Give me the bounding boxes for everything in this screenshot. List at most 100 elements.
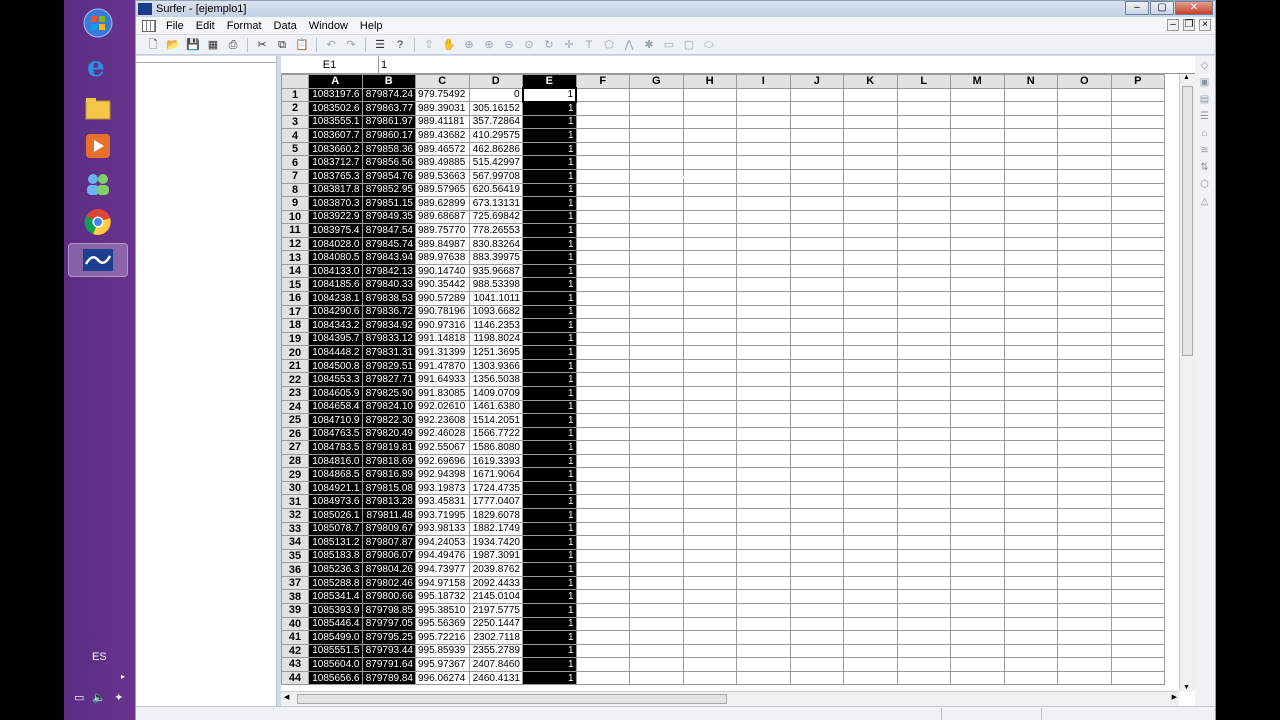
cell[interactable] [1003, 426, 1058, 442]
cell[interactable] [789, 670, 844, 686]
cell[interactable] [789, 562, 844, 577]
cell[interactable] [1057, 521, 1112, 537]
cell[interactable] [843, 155, 898, 170]
cell[interactable] [682, 87, 737, 103]
cell[interactable] [789, 182, 844, 198]
side-tool-1-icon[interactable]: ◇ [1198, 59, 1212, 73]
cell[interactable] [736, 562, 791, 577]
cell[interactable] [575, 385, 630, 401]
cell[interactable]: 1 [522, 453, 577, 469]
cell[interactable] [1003, 182, 1058, 198]
cell[interactable]: 989.49885 [415, 155, 470, 170]
cell[interactable] [575, 141, 630, 157]
cell[interactable] [629, 168, 684, 184]
cell[interactable] [843, 521, 898, 537]
cell[interactable]: 993.71995 [415, 508, 470, 523]
cell[interactable]: 1 [522, 263, 577, 279]
cell[interactable] [736, 236, 791, 252]
cell[interactable] [1110, 453, 1165, 469]
cell[interactable] [789, 196, 844, 211]
cell[interactable] [629, 331, 684, 347]
cell[interactable] [629, 521, 684, 537]
cell[interactable] [896, 385, 951, 401]
side-tool-2-icon[interactable]: ▣ [1198, 76, 1212, 90]
cell[interactable] [1057, 399, 1112, 415]
cell[interactable] [575, 223, 630, 238]
cell[interactable] [950, 426, 1005, 442]
cell[interactable] [896, 426, 951, 442]
cell[interactable]: 2197.5775 [468, 602, 523, 618]
cell[interactable] [736, 209, 791, 225]
cell[interactable] [896, 616, 951, 632]
cell[interactable] [1003, 670, 1058, 686]
cell[interactable] [1110, 670, 1165, 686]
cell[interactable] [950, 535, 1005, 550]
row-header[interactable]: 7 [281, 168, 309, 184]
cell[interactable] [629, 535, 684, 550]
cell[interactable] [629, 277, 684, 292]
cell[interactable] [1003, 508, 1058, 523]
cell[interactable]: 1084783.5 [308, 440, 363, 455]
cell[interactable] [843, 318, 898, 333]
cell[interactable]: 1251.3695 [468, 345, 523, 360]
cell[interactable] [629, 575, 684, 591]
cell[interactable]: 1724.4735 [468, 480, 523, 496]
cell[interactable]: 2250.1447 [468, 616, 523, 632]
cell[interactable] [950, 453, 1005, 469]
cell[interactable]: 991.83085 [415, 385, 470, 401]
cell[interactable] [896, 291, 951, 306]
row-header[interactable]: 3 [281, 114, 309, 130]
cell[interactable] [950, 643, 1005, 659]
column-header-o[interactable]: O [1057, 74, 1112, 89]
cell[interactable] [736, 168, 791, 184]
cell[interactable] [1057, 535, 1112, 550]
open-icon[interactable]: 📂 [164, 37, 182, 53]
cell[interactable] [1110, 630, 1165, 645]
cell[interactable] [1003, 602, 1058, 618]
cell[interactable] [736, 657, 791, 672]
cell[interactable] [843, 480, 898, 496]
cell[interactable] [1110, 168, 1165, 184]
row-header[interactable]: 6 [281, 155, 309, 170]
cell[interactable]: 1085551.5 [308, 643, 363, 659]
cell[interactable]: 620.56419 [468, 182, 523, 198]
cell[interactable]: 1085236.3 [308, 562, 363, 577]
cell[interactable] [1003, 141, 1058, 157]
cell[interactable] [575, 602, 630, 618]
cell[interactable] [896, 670, 951, 686]
cell[interactable] [736, 182, 791, 198]
column-header-p[interactable]: P [1110, 74, 1165, 89]
cell[interactable] [575, 494, 630, 509]
cell[interactable] [843, 182, 898, 198]
cell[interactable]: 1085183.8 [308, 548, 363, 564]
cell[interactable] [896, 548, 951, 564]
cell[interactable] [736, 535, 791, 550]
cell[interactable]: 1 [522, 562, 577, 577]
cell[interactable] [629, 508, 684, 523]
cell[interactable] [789, 630, 844, 645]
cell[interactable]: 1084290.6 [308, 304, 363, 320]
cell[interactable] [629, 643, 684, 659]
row-header[interactable]: 23 [281, 385, 309, 401]
cell[interactable] [896, 101, 951, 116]
cell[interactable] [950, 602, 1005, 618]
cell[interactable]: 1198.8024 [468, 331, 523, 347]
new-icon[interactable]: 🗋 [144, 37, 162, 53]
cell[interactable] [896, 345, 951, 360]
cell[interactable] [789, 413, 844, 428]
cell[interactable] [1057, 602, 1112, 618]
cell[interactable] [629, 494, 684, 509]
cell[interactable] [1057, 331, 1112, 347]
cell[interactable] [843, 670, 898, 686]
cell[interactable] [1110, 575, 1165, 591]
cell[interactable] [896, 521, 951, 537]
cell[interactable]: 994.97158 [415, 575, 470, 591]
row-header[interactable]: 17 [281, 304, 309, 320]
cell[interactable]: 989.43682 [415, 128, 470, 143]
cell[interactable]: 995.56369 [415, 616, 470, 632]
cell[interactable]: 1 [522, 236, 577, 252]
cell[interactable] [843, 385, 898, 401]
undo-icon[interactable]: ↶ [322, 37, 340, 53]
cell[interactable]: 879852.95 [361, 182, 416, 198]
cell[interactable] [629, 630, 684, 645]
